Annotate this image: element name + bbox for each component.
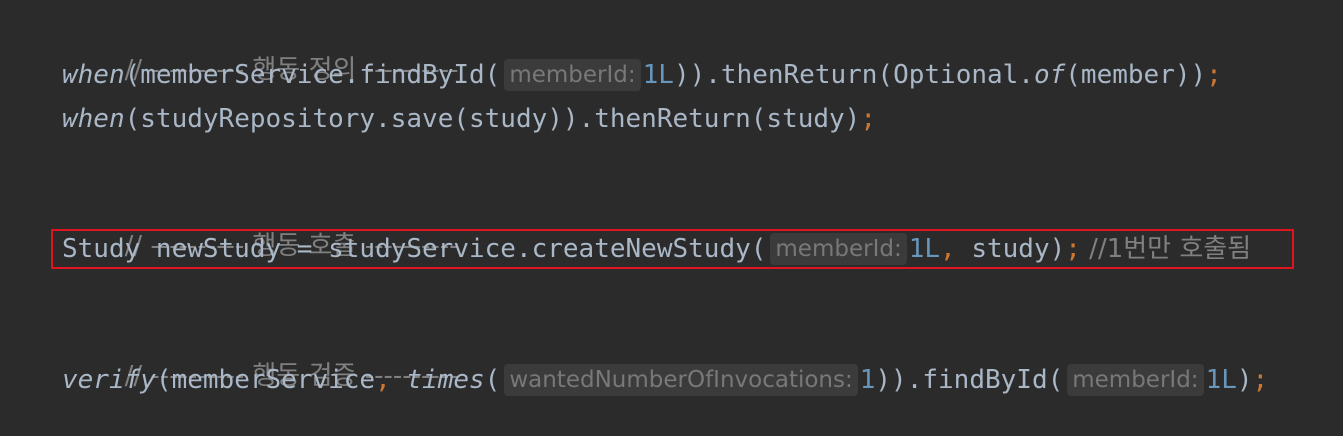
method-times: times xyxy=(406,365,485,395)
code-editor[interactable]: // ---------- 행동 정의 ---------- when(memb… xyxy=(0,0,1343,423)
number-literal: 1L xyxy=(642,60,674,90)
code-line: when(memberService.findById(memberId: 1L)… xyxy=(62,55,1222,95)
code-line: verify(memberService, times(wantedNumber… xyxy=(62,360,1268,400)
code-text: (studyRepository.save(study)).thenReturn… xyxy=(124,104,861,134)
code-text: (memberService.findById( xyxy=(124,60,501,90)
method-verify: verify xyxy=(62,365,156,395)
parameter-hint: wantedNumberOfInvocations: xyxy=(504,364,858,396)
code-line: // ---------- 행동 호출 ---------- xyxy=(62,186,459,261)
parameter-hint: memberId: xyxy=(504,59,641,91)
number-literal: 1 xyxy=(859,365,876,395)
method-when: when xyxy=(62,60,125,90)
number-literal: 1L xyxy=(1205,365,1237,395)
code-text: ) xyxy=(1236,365,1253,395)
code-text: )).thenReturn(Optional. xyxy=(673,60,1034,90)
code-line: when(studyRepository.save(study)).thenRe… xyxy=(62,99,876,139)
semicolon: ; xyxy=(1252,365,1269,395)
code-line: // ---------- 행동 검증 ---------- xyxy=(62,316,459,391)
comma: , xyxy=(375,365,391,395)
code-line: // ---------- 행동 정의 ---------- xyxy=(62,10,459,85)
code-text: (member)) xyxy=(1065,60,1207,90)
highlight-box xyxy=(51,229,1294,269)
code-text: ( xyxy=(484,365,501,395)
semicolon: ; xyxy=(1206,60,1222,90)
parameter-hint: memberId: xyxy=(1067,364,1204,396)
semicolon: ; xyxy=(860,104,876,134)
method-when: when xyxy=(62,104,125,134)
code-text: )).findById( xyxy=(875,365,1064,395)
method-of: of xyxy=(1033,60,1066,90)
code-text: (memberService xyxy=(155,365,376,395)
